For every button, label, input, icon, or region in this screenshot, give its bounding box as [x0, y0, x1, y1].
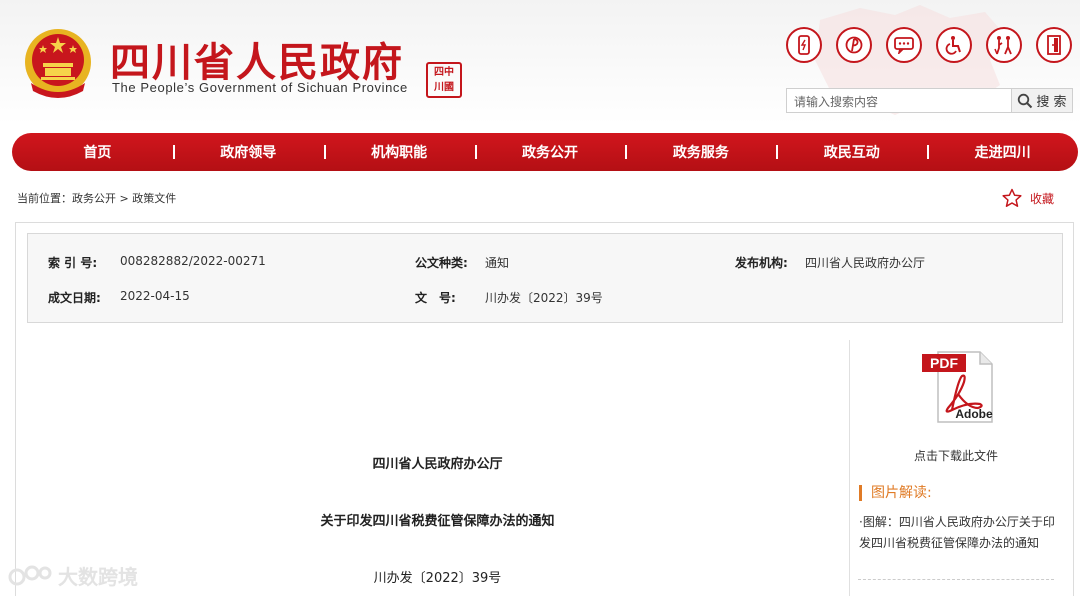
document-number: 川办发〔2022〕39号 — [373, 571, 502, 586]
meta-type-value: 通知 — [485, 256, 510, 270]
accessibility-icon[interactable] — [936, 27, 972, 63]
breadcrumb-link-policy-docs[interactable]: 政策文件 — [132, 192, 176, 205]
elderly-care-icon[interactable] — [986, 27, 1022, 63]
nav-item-leaders[interactable]: 政府领导 — [172, 142, 324, 162]
site-subtitle: The People’s Government of Sichuan Provi… — [112, 80, 408, 95]
breadcrumb: 当前位置：政务公开 > 政策文件 — [17, 190, 176, 206]
nav-item-interaction[interactable]: 政民互动 — [776, 142, 927, 162]
star-icon — [1002, 188, 1022, 207]
seal-line: 川國 — [434, 82, 454, 93]
meta-docno-label: 文 号: — [415, 291, 456, 305]
breadcrumb-separator: > — [119, 192, 129, 205]
interpretation-divider — [858, 579, 1054, 580]
nav-item-about-sichuan[interactable]: 走进四川 — [927, 142, 1078, 162]
meta-date-label: 成文日期: — [48, 291, 101, 305]
meta-index-label: 索 引 号: — [48, 256, 98, 270]
meta-docno-value: 川办发〔2022〕39号 — [485, 291, 603, 305]
document-title: 关于印发四川省税费征管保障办法的通知 — [320, 514, 555, 529]
interpretation-link[interactable]: ·图解：四川省人民政府办公厅关于印发四川省税费征管保障办法的通知 — [859, 512, 1055, 554]
interpretation-heading: 图片解读: — [859, 485, 932, 501]
nav-item-services[interactable]: 政务服务 — [625, 142, 776, 162]
meta-issuer-label: 发布机构: — [735, 256, 788, 270]
search-input[interactable]: 请输入搜索内容 — [786, 88, 1012, 113]
watermark: 大数跨境 — [8, 561, 138, 590]
national-emblem-icon — [25, 29, 91, 98]
meta-date-value: 2022-04-15 — [120, 289, 190, 303]
nav-item-functions[interactable]: 机构职能 — [323, 142, 475, 162]
favorite-button[interactable]: 收藏 — [1002, 188, 1054, 208]
document-meta-box: 索 引 号: 008282882/2022-00271 公文种类: 通知 发布机… — [27, 233, 1063, 323]
meta-issuer-value: 四川省人民政府办公厅 — [805, 256, 926, 270]
breadcrumb-link-public-affairs[interactable]: 政务公开 — [72, 192, 116, 205]
weibo-icon[interactable] — [836, 27, 872, 63]
meta-type-label: 公文种类: — [415, 256, 468, 270]
favorite-label: 收藏 — [1030, 191, 1055, 206]
seal-line: 四中 — [434, 67, 454, 78]
nav-item-home[interactable]: 首页 — [22, 142, 173, 162]
seal-logo: 四中 川國 — [426, 62, 462, 98]
sidebar-divider — [849, 340, 850, 596]
breadcrumb-prefix: 当前位置： — [17, 192, 72, 205]
pdf-download-caption[interactable]: 点击下载此文件 — [900, 447, 1012, 464]
pdf-brand-text: Adobe — [955, 407, 993, 421]
main-nav: 首页 政府领导 机构职能 政务公开 政务服务 政民互动 走进四川 — [12, 133, 1078, 171]
meta-index-value: 008282882/2022-00271 — [120, 254, 266, 268]
search-button-label: 搜 索 — [1036, 95, 1067, 110]
document-issuer: 四川省人民政府办公厅 — [372, 457, 503, 472]
tool-icon-row — [786, 27, 1072, 63]
nav-item-public-affairs[interactable]: 政务公开 — [474, 142, 626, 162]
pdf-badge-text: PDF — [930, 355, 958, 371]
search-button[interactable]: 搜 索 — [1012, 88, 1073, 113]
mobile-icon[interactable] — [786, 27, 822, 63]
wechat-icon[interactable] — [886, 27, 922, 63]
watermark-text: 大数跨境 — [58, 565, 138, 589]
watermark-logo-icon — [8, 565, 52, 585]
pdf-download-icon[interactable]: PDF Adobe — [922, 350, 994, 424]
exit-icon[interactable] — [1036, 27, 1072, 63]
page: 四川省人民政府 The People’s Government of Sichu… — [0, 0, 1080, 596]
search-icon — [1018, 93, 1033, 108]
